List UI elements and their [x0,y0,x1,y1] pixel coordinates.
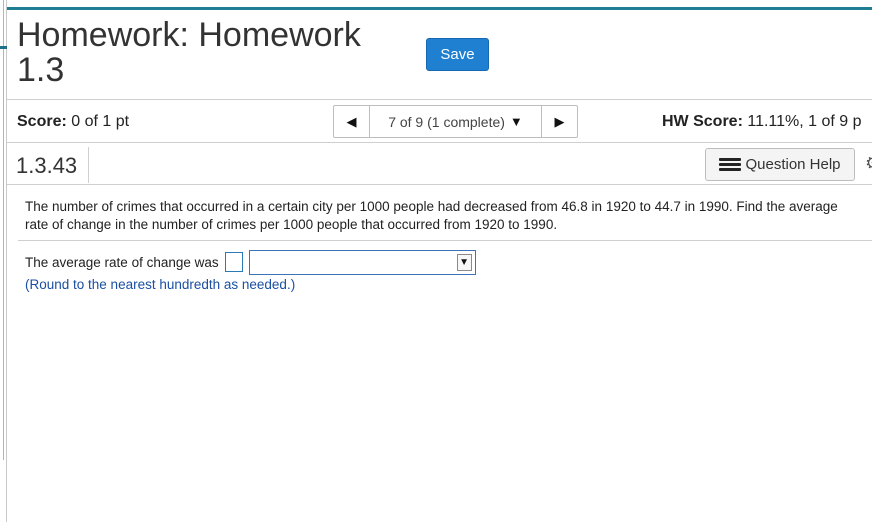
question-progress: 7 of 9 (1 complete) [388,113,505,130]
dropdown-arrow-icon: ▼ [456,253,472,271]
rail-line [3,0,4,460]
previous-question-button[interactable]: ◀ [334,106,370,137]
list-icon [719,157,742,172]
save-button[interactable]: Save [426,38,489,71]
left-rail [0,0,7,522]
next-question-button[interactable]: ▶ [541,106,577,137]
triangle-left-icon: ◀ [346,113,357,129]
score-value: 0 of 1 pt [71,113,130,130]
question-header-row: 1.3.43 Question Help ⚙ [7,143,872,185]
question-list-dropdown[interactable]: 7 of 9 (1 complete) ▼ [370,106,541,137]
score-row: Score: 0 of 1 pt ◀ 7 of 9 (1 complete) ▼… [7,101,872,143]
divider [88,147,89,183]
header: Homework: Homework 1.3 Save [7,10,872,100]
answer-row: The average rate of change was ▼ [25,249,476,275]
hw-score-label: HW Score: [662,113,743,130]
caret-down-icon: ▼ [509,114,523,129]
hw-score-value: 11.11%, 1 of 9 p [747,113,862,130]
answer-dropdown[interactable]: ▼ [248,249,476,275]
rail-marker [0,46,7,49]
answer-input[interactable] [224,252,243,272]
score-label: Score: [17,113,67,130]
gear-icon[interactable]: ⚙ [865,153,872,174]
triangle-right-icon: ▶ [554,113,565,129]
question-navigator: ◀ 7 of 9 (1 complete) ▼ ▶ [333,105,578,138]
question-number: 1.3.43 [16,153,78,178]
divider [18,240,872,241]
score: Score: 0 of 1 pt [17,113,129,131]
question-help-label: Question Help [745,156,841,173]
page-title: Homework: Homework 1.3 [17,16,361,89]
problem-text: The number of crimes that occurred in a … [25,199,838,232]
question-help-button[interactable]: Question Help [705,148,855,181]
rounding-hint: (Round to the nearest hundredth as neede… [25,277,296,292]
answer-prefix: The average rate of change was [25,254,219,270]
hw-score: HW Score: 11.11%, 1 of 9 p [662,113,862,131]
